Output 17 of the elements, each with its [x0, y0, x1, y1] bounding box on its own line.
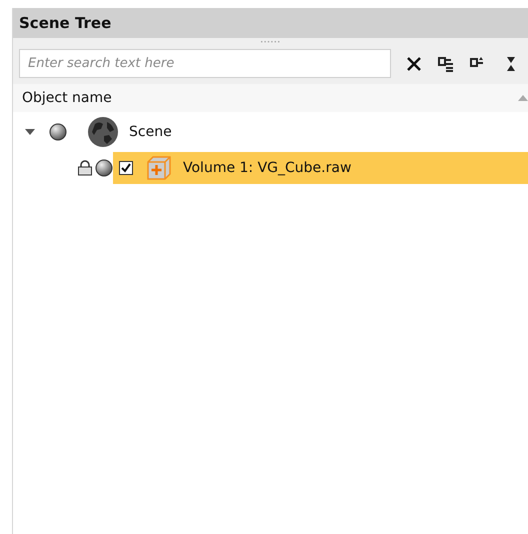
clear-icon[interactable]: [405, 54, 423, 72]
expand-tree-icon[interactable]: [437, 54, 455, 72]
column-label: Object name: [22, 90, 112, 106]
visibility-checkbox[interactable]: [119, 161, 133, 175]
volume-cube-icon: [145, 154, 173, 182]
lock-icon[interactable]: [77, 160, 93, 176]
tree-row[interactable]: Scene: [67, 112, 528, 152]
panel-title: Scene Tree: [19, 14, 112, 32]
sphere-icon[interactable]: [95, 159, 113, 177]
sphere-icon[interactable]: [49, 123, 67, 141]
tree-item-label[interactable]: Scene: [119, 124, 172, 140]
expand-arrow-icon[interactable]: [25, 129, 35, 135]
tree-item-label[interactable]: Volume 1: VG_Cube.raw: [173, 160, 352, 176]
tree-row[interactable]: Volume 1: VG_Cube.raw: [113, 152, 528, 184]
search-field[interactable]: Enter search text here: [19, 49, 391, 78]
globe-icon: [87, 116, 119, 148]
column-header[interactable]: Object name: [13, 84, 528, 112]
